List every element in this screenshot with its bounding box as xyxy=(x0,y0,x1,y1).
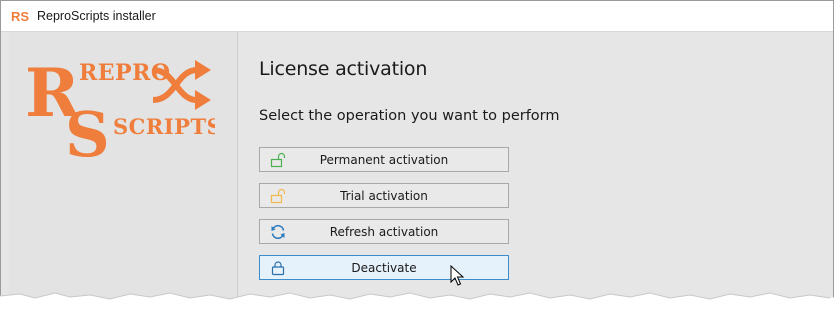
page-title: License activation xyxy=(259,58,428,80)
trial-activation-button[interactable]: Trial activation xyxy=(259,183,509,208)
deactivate-button[interactable]: Deactivate xyxy=(259,255,509,280)
refresh-activation-button[interactable]: Refresh activation xyxy=(259,219,509,244)
main-content: License activation Select the operation … xyxy=(259,32,833,299)
app-icon: RS xyxy=(11,9,29,23)
title-bar[interactable]: RS ReproScripts installer xyxy=(1,1,833,32)
refresh-activation-label: Refresh activation xyxy=(329,224,439,239)
page-subtitle: Select the operation you want to perform xyxy=(259,108,560,124)
torn-edge xyxy=(0,292,840,329)
sidebar: R S REPRO SCRIPTS xyxy=(9,32,238,299)
unlock-icon xyxy=(270,188,286,204)
svg-text:SCRIPTS: SCRIPTS xyxy=(113,114,215,139)
window-title: ReproScripts installer xyxy=(37,9,156,23)
svg-text:S: S xyxy=(65,98,110,164)
deactivate-label: Deactivate xyxy=(351,260,417,275)
refresh-icon xyxy=(270,224,286,240)
lock-icon xyxy=(270,260,286,276)
reproscripts-logo: R S REPRO SCRIPTS xyxy=(25,54,215,164)
unlock-icon xyxy=(270,152,286,168)
trial-activation-label: Trial activation xyxy=(340,188,428,203)
permanent-activation-label: Permanent activation xyxy=(319,152,449,167)
permanent-activation-button[interactable]: Permanent activation xyxy=(259,147,509,172)
app-icon-letters: RS xyxy=(11,9,29,23)
installer-window: RS ReproScripts installer R S REPRO SCRI… xyxy=(0,0,834,300)
